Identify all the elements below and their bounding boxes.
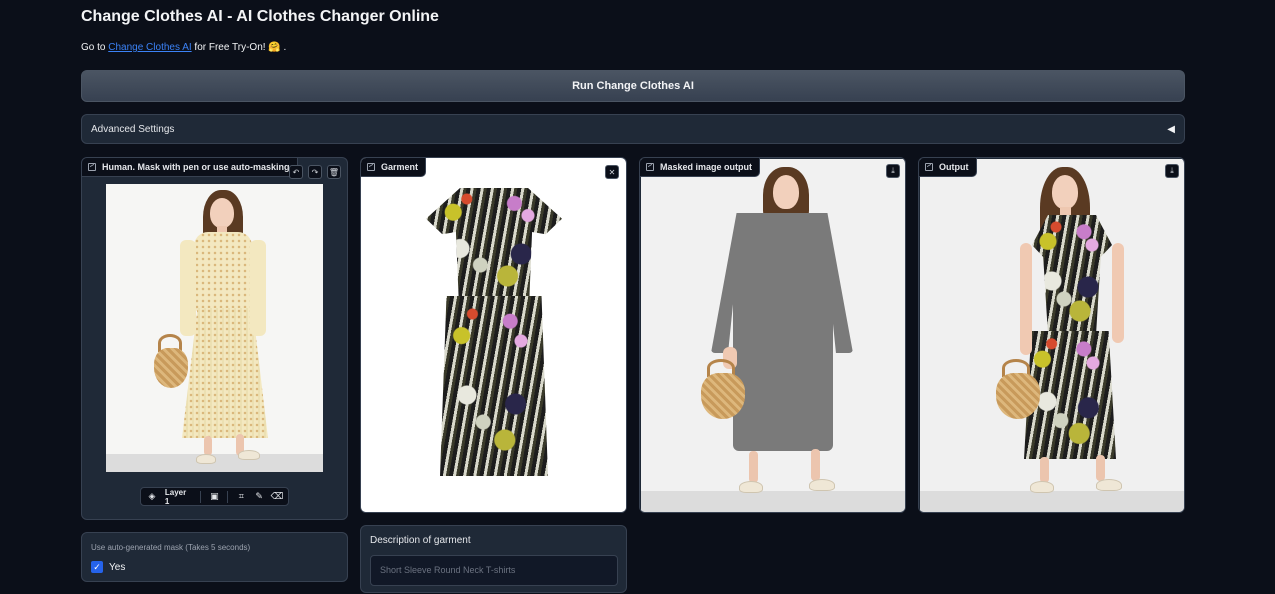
garment-panel-label: Garment bbox=[361, 158, 427, 177]
eraser-icon[interactable]: ⌫ bbox=[271, 491, 284, 502]
subtitle: Go to Change Clothes AI for Free Try-On!… bbox=[81, 42, 286, 53]
layer-label[interactable]: Layer 1 bbox=[165, 488, 193, 506]
output-image: Output ⤓ bbox=[918, 157, 1185, 513]
garment-description-input[interactable] bbox=[370, 555, 618, 586]
image-icon bbox=[367, 163, 375, 171]
redo-icon[interactable]: ↷ bbox=[308, 165, 322, 179]
garment-image[interactable]: Garment ✕ bbox=[360, 157, 627, 513]
garment-panel-label-text: Garment bbox=[381, 162, 419, 172]
toolbar-divider bbox=[227, 490, 229, 503]
human-panel-label: Human. Mask with pen or use auto-masking bbox=[82, 158, 298, 177]
human-image-editor[interactable]: Human. Mask with pen or use auto-masking… bbox=[81, 157, 348, 520]
advanced-settings-label: Advanced Settings bbox=[91, 123, 175, 135]
human-canvas[interactable] bbox=[106, 184, 323, 472]
auto-mask-label: Use auto-generated mask (Takes 5 seconds… bbox=[91, 543, 251, 552]
trash-icon[interactable]: 🗑 bbox=[327, 165, 341, 179]
download-icon[interactable]: ⤓ bbox=[1165, 164, 1179, 178]
auto-mask-checkbox[interactable]: ✓ Yes bbox=[91, 561, 125, 573]
garment-description-label: Description of garment bbox=[370, 535, 471, 546]
undo-icon[interactable]: ↶ bbox=[289, 165, 303, 179]
page-title: Change Clothes AI - AI Clothes Changer O… bbox=[81, 8, 439, 25]
garment-picture bbox=[362, 178, 626, 512]
auto-mask-checkbox-label: Yes bbox=[109, 561, 126, 573]
masked-picture bbox=[641, 159, 905, 512]
download-icon[interactable]: ⤓ bbox=[886, 164, 900, 178]
masked-image-output: Masked image output ⤓ bbox=[639, 157, 906, 513]
masked-panel-label-text: Masked image output bbox=[660, 162, 753, 172]
close-icon[interactable]: ✕ bbox=[605, 165, 619, 179]
change-clothes-ai-link[interactable]: Change Clothes AI bbox=[108, 42, 191, 53]
run-button[interactable]: Run Change Clothes AI bbox=[81, 70, 1185, 102]
editor-toolbar: ◈ Layer 1 ▣ ⌗ ✎ ⌫ bbox=[140, 487, 289, 506]
garment-description-panel: Description of garment bbox=[360, 525, 627, 593]
subtitle-suffix: for Free Try-On! 🤗 . bbox=[194, 42, 287, 53]
human-panel-label-text: Human. Mask with pen or use auto-masking bbox=[102, 162, 290, 172]
output-picture bbox=[920, 159, 1184, 512]
image-icon bbox=[646, 163, 654, 171]
layers-icon[interactable]: ◈ bbox=[147, 491, 157, 502]
toolbar-divider bbox=[200, 490, 202, 503]
checkmark-icon[interactable]: ✓ bbox=[91, 561, 103, 573]
advanced-settings-accordion[interactable]: Advanced Settings ◀ bbox=[81, 114, 1185, 144]
masked-panel-label: Masked image output bbox=[640, 158, 761, 177]
brush-icon[interactable]: ✎ bbox=[254, 491, 264, 502]
subtitle-prefix: Go to bbox=[81, 42, 106, 53]
image-icon[interactable]: ▣ bbox=[209, 491, 219, 502]
output-panel-label-text: Output bbox=[939, 162, 969, 172]
auto-mask-panel: Use auto-generated mask (Takes 5 seconds… bbox=[81, 532, 348, 582]
image-icon bbox=[925, 163, 933, 171]
image-icon bbox=[88, 163, 96, 171]
triangle-left-icon[interactable]: ◀ bbox=[1167, 124, 1175, 135]
output-panel-label: Output bbox=[919, 158, 977, 177]
crop-icon[interactable]: ⌗ bbox=[236, 491, 246, 502]
